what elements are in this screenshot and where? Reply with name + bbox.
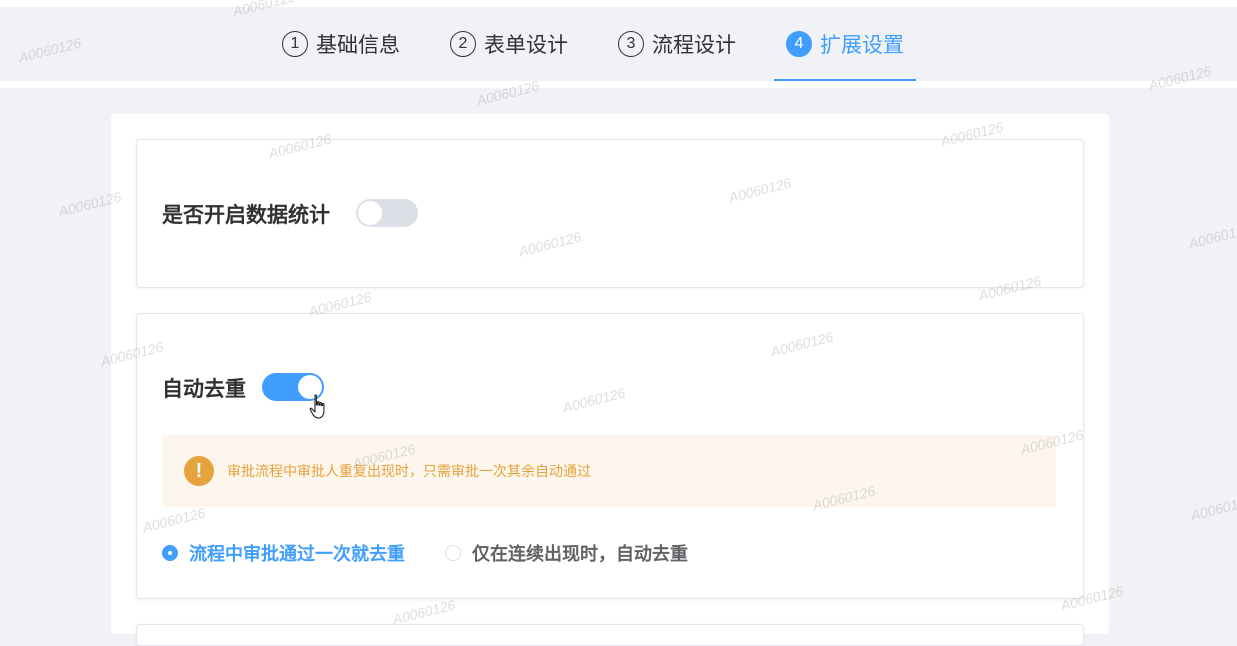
- radio-dot[interactable]: [162, 545, 178, 561]
- radio-dedupe-once[interactable]: 流程中审批通过一次就去重: [162, 540, 405, 566]
- watermark-text: A0060126: [1189, 492, 1237, 524]
- dedupe-alert: ! 审批流程中审批人重复出现时，只需审批一次其余自动通过: [162, 435, 1056, 507]
- radio-dedupe-consecutive[interactable]: 仅在连续出现时，自动去重: [445, 540, 688, 566]
- switch-knob: [358, 201, 382, 225]
- next-section: [136, 624, 1084, 646]
- alert-text: 审批流程中审批人重复出现时，只需审批一次其余自动通过: [227, 464, 591, 480]
- radio-dot[interactable]: [445, 545, 461, 561]
- data-statistics-switch[interactable]: [356, 199, 418, 227]
- step-label: 基础信息: [316, 33, 400, 57]
- radio-label: 流程中审批通过一次就去重: [189, 544, 405, 565]
- step-number: 4: [786, 31, 812, 57]
- watermark-text: A0060126: [1187, 220, 1237, 252]
- steps-divider: [0, 81, 1237, 88]
- data-statistics-section: 是否开启数据统计: [136, 139, 1084, 288]
- step-form-design[interactable]: 2 表单设计: [438, 7, 580, 81]
- step-extended-settings[interactable]: 4 扩展设置: [774, 7, 916, 81]
- step-basic-info[interactable]: 1 基础信息: [270, 7, 412, 81]
- radio-label: 仅在连续出现时，自动去重: [472, 544, 688, 565]
- step-number: 1: [282, 31, 308, 57]
- stepper: 1 基础信息 2 表单设计 3 流程设计 4 扩展设置: [270, 7, 942, 81]
- step-label: 流程设计: [652, 33, 736, 57]
- step-label: 扩展设置: [820, 33, 904, 57]
- step-process-design[interactable]: 3 流程设计: [606, 7, 748, 81]
- auto-dedupe-section: 自动去重 ! 审批流程中审批人重复出现时，只需审批一次其余自动通过 流程中审批通…: [136, 313, 1084, 599]
- hand-pointer-cursor-icon: [309, 394, 325, 419]
- step-label: 表单设计: [484, 33, 568, 57]
- dedupe-mode-radio-group: 流程中审批通过一次就去重 仅在连续出现时，自动去重: [162, 540, 728, 566]
- step-number: 2: [450, 31, 476, 57]
- top-strip: [0, 0, 1237, 7]
- auto-dedupe-label: 自动去重: [162, 377, 246, 401]
- step-number: 3: [618, 31, 644, 57]
- data-statistics-label: 是否开启数据统计: [162, 203, 330, 227]
- warning-icon: !: [184, 456, 214, 486]
